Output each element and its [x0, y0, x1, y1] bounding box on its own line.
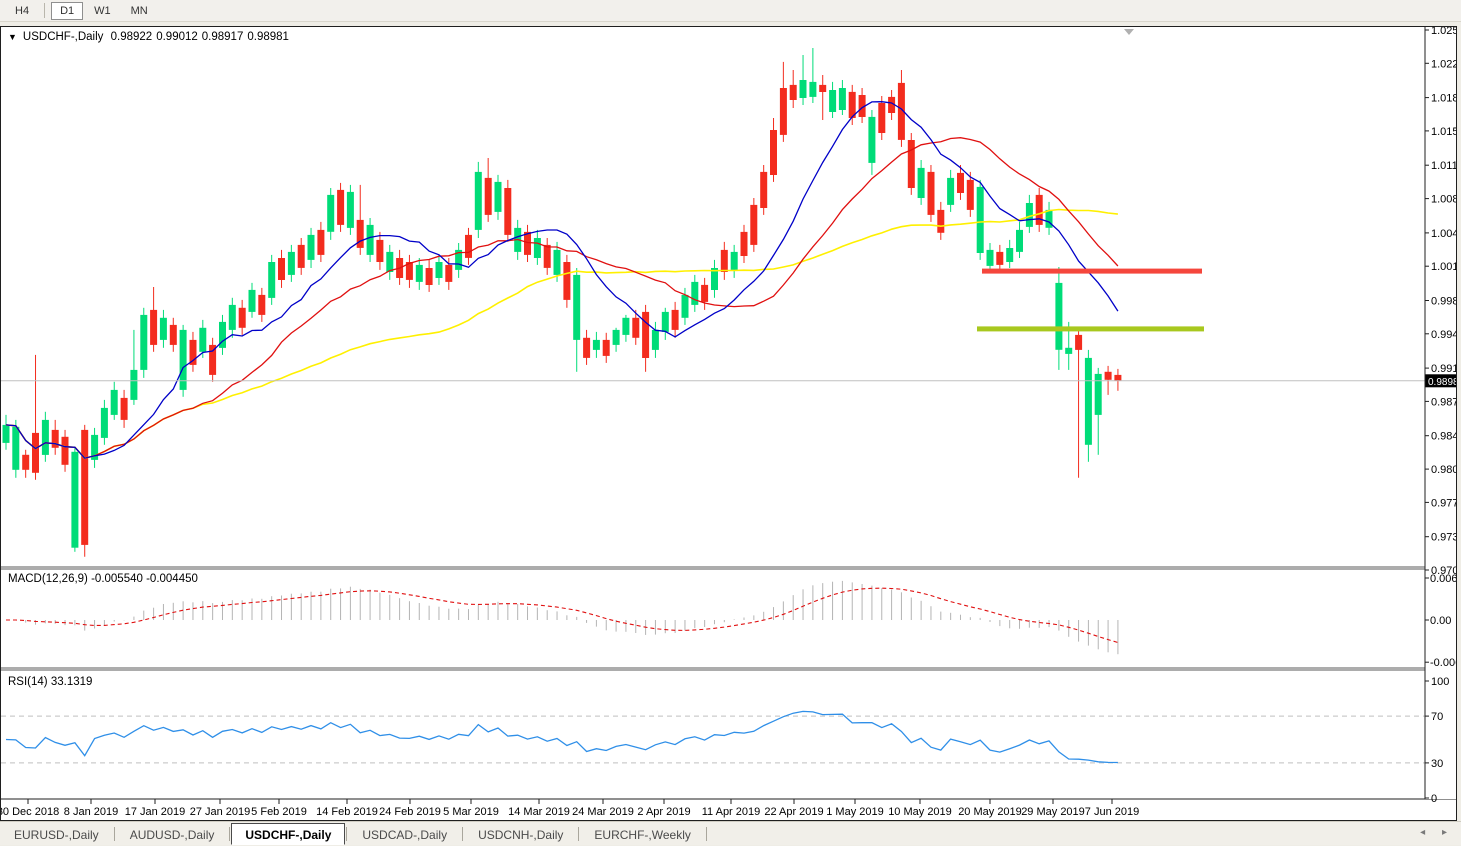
svg-text:0.98770: 0.98770 [1431, 396, 1456, 408]
svg-text:1 May 2019: 1 May 2019 [826, 806, 883, 818]
svg-text:8 Jan 2019: 8 Jan 2019 [64, 806, 118, 818]
svg-text:2 Apr 2019: 2 Apr 2019 [637, 806, 690, 818]
symbol-tab-bar: EURUSD-,Daily AUDUSD-,Daily USDCHF-,Dail… [0, 821, 1461, 845]
chart-window: 30 Dec 2018 8 Jan 2019 17 Jan 2019 27 Jan 2… [0, 26, 1457, 821]
svg-text:5 Mar 2019: 5 Mar 2019 [443, 806, 499, 818]
svg-text:0.97390: 0.97390 [1431, 532, 1456, 544]
timeframe-mn-button[interactable]: MN [122, 2, 157, 20]
tab-divider [462, 827, 463, 841]
svg-text:1.02560: 1.02560 [1431, 27, 1456, 37]
svg-text:1.00150: 1.00150 [1431, 261, 1456, 273]
svg-text:10 May 2019: 10 May 2019 [888, 806, 952, 818]
svg-text:-0.006096: -0.006096 [1430, 657, 1456, 669]
resistance-line-red[interactable] [982, 269, 1202, 274]
tab-divider [229, 827, 230, 841]
svg-text:14 Feb 2019: 14 Feb 2019 [316, 806, 378, 818]
svg-text:0.98420: 0.98420 [1431, 431, 1456, 443]
svg-text:0.98981: 0.98981 [1428, 377, 1456, 388]
tab-scroll-arrows: ◂ ▸ [1406, 827, 1447, 838]
svg-text:30 Dec 2018: 30 Dec 2018 [1, 806, 59, 818]
tab-usdchf-daily[interactable]: USDCHF-,Daily [231, 823, 345, 845]
ma-fast-line [6, 102, 1118, 459]
scroll-position-marker-icon[interactable] [1124, 29, 1134, 35]
timeframe-toolbar: H4 D1 W1 MN [0, 0, 1461, 22]
svg-text:0.99110: 0.99110 [1431, 363, 1456, 375]
svg-text:24 Feb 2019: 24 Feb 2019 [379, 806, 441, 818]
tab-eurusd-daily[interactable]: EURUSD-,Daily [0, 823, 113, 845]
svg-text:1.00490: 1.00490 [1431, 228, 1456, 240]
svg-text:0.99460: 0.99460 [1431, 329, 1456, 341]
tab-divider [578, 827, 579, 841]
timeframe-d1-button[interactable]: D1 [51, 2, 83, 20]
svg-text:11 Apr 2019: 11 Apr 2019 [702, 806, 761, 818]
tab-usdcnh-daily[interactable]: USDCNH-,Daily [464, 823, 577, 845]
svg-text:0.98080: 0.98080 [1431, 464, 1456, 476]
svg-text:14 Mar 2019: 14 Mar 2019 [508, 806, 570, 818]
tabs-scroll-left-icon[interactable]: ◂ [1420, 827, 1425, 838]
svg-text:1.02220: 1.02220 [1431, 58, 1456, 70]
timeframe-h4-button[interactable]: H4 [6, 2, 38, 20]
svg-text:70: 70 [1431, 711, 1443, 723]
svg-text:0.99800: 0.99800 [1431, 295, 1456, 307]
svg-text:0: 0 [1431, 793, 1437, 805]
tab-usdcad-daily[interactable]: USDCAD-,Daily [348, 823, 461, 845]
tabs-scroll-right-icon[interactable]: ▸ [1442, 827, 1447, 838]
candlestick-series [3, 48, 1122, 557]
svg-text:1.00840: 1.00840 [1431, 194, 1456, 206]
toolbar-separator [44, 3, 45, 18]
rsi-line [6, 711, 1118, 762]
tab-divider [114, 827, 115, 841]
tab-divider [706, 827, 707, 841]
svg-text:1.01180: 1.01180 [1431, 160, 1456, 172]
svg-text:17 Jan 2019: 17 Jan 2019 [125, 806, 186, 818]
support-line-olive[interactable] [977, 326, 1204, 331]
svg-text:0.97740: 0.97740 [1431, 497, 1456, 509]
current-price-tag: 0.98981 [1426, 374, 1457, 387]
macd-histogram [6, 581, 1118, 654]
chart-canvas[interactable]: 30 Dec 2018 8 Jan 2019 17 Jan 2019 27 Jan 2… [1, 27, 1456, 820]
svg-text:1.01870: 1.01870 [1431, 93, 1456, 105]
tab-audusd-daily[interactable]: AUDUSD-,Daily [116, 823, 229, 845]
svg-text:29 May 2019: 29 May 2019 [1021, 806, 1085, 818]
svg-text:7 Jun 2019: 7 Jun 2019 [1085, 806, 1139, 818]
svg-text:27 Jan 2019: 27 Jan 2019 [190, 806, 251, 818]
svg-text:20 May 2019: 20 May 2019 [958, 806, 1022, 818]
svg-text:30: 30 [1431, 758, 1443, 770]
svg-text:100: 100 [1431, 676, 1449, 688]
tab-eurchf-weekly[interactable]: EURCHF-,Weekly [580, 823, 704, 845]
svg-text:22 Apr 2019: 22 Apr 2019 [764, 806, 823, 818]
svg-text:1.01530: 1.01530 [1431, 126, 1456, 138]
svg-text:0.00: 0.00 [1430, 615, 1451, 627]
svg-text:24 Mar 2019: 24 Mar 2019 [572, 806, 634, 818]
timeframe-w1-button[interactable]: W1 [85, 2, 120, 20]
svg-text:0.006058: 0.006058 [1430, 573, 1456, 585]
svg-text:5 Feb 2019: 5 Feb 2019 [251, 806, 307, 818]
time-axis-labels[interactable]: 30 Dec 2018 8 Jan 2019 17 Jan 2019 27 Jan 2… [1, 799, 1139, 818]
tab-divider [346, 827, 347, 841]
